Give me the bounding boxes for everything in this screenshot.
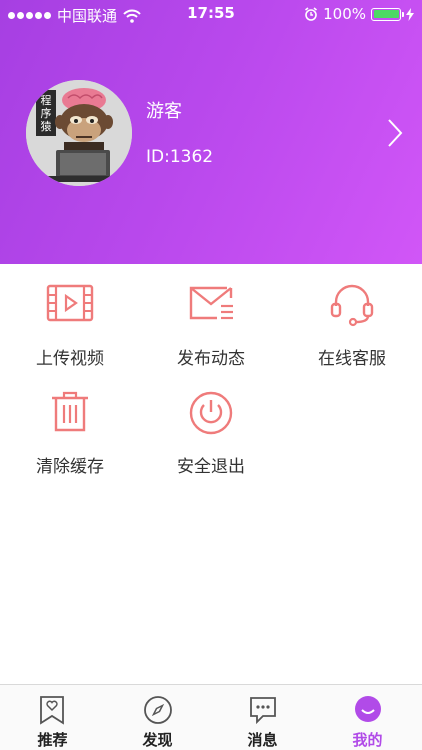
chevron-right-icon[interactable] [386, 118, 404, 148]
compass-icon [144, 696, 172, 724]
profile-smile-icon [355, 696, 381, 722]
heart-bookmark-icon [40, 696, 64, 725]
logout-label: 安全退出 [177, 457, 245, 477]
upload-video-label: 上传视频 [36, 349, 104, 369]
tab-bar: 推荐 发现 消息 我的 [0, 684, 422, 750]
headset-icon [330, 284, 374, 327]
tab-recommend-label: 推荐 [37, 731, 68, 749]
profile-header: 中国联通 17:55 100% 程 序 猿 游客 ID:1362 [0, 0, 422, 264]
avatar-caption-3: 猿 [41, 119, 52, 133]
avatar-caption-2: 序 [41, 106, 52, 120]
avatar-caption-1: 程 [41, 94, 52, 107]
tab-messages[interactable]: 消息 [210, 685, 315, 750]
tab-mine-label: 我的 [352, 731, 383, 749]
charging-icon [406, 7, 414, 21]
clear-cache-label: 清除缓存 [36, 457, 104, 477]
customer-service-button[interactable]: 在线客服 [282, 264, 422, 372]
tab-discover[interactable]: 发现 [105, 685, 210, 750]
status-bar: 中国联通 17:55 100% [0, 0, 422, 28]
trash-icon [52, 391, 88, 432]
tab-mine[interactable]: 我的 [315, 685, 420, 750]
user-id: ID:1362 [146, 147, 214, 167]
tab-messages-label: 消息 [247, 731, 278, 749]
chat-bubble-icon [250, 697, 276, 725]
power-icon [189, 391, 233, 435]
upload-video-button[interactable]: 上传视频 [0, 264, 140, 372]
battery-icon [371, 7, 404, 21]
status-right: 100% [304, 5, 414, 23]
video-upload-icon [46, 284, 94, 322]
clear-cache-button[interactable]: 清除缓存 [0, 372, 140, 480]
envelope-icon [189, 286, 233, 320]
alarm-icon [305, 7, 318, 21]
username: 游客 [146, 101, 182, 122]
post-update-label: 发布动态 [177, 349, 245, 369]
avatar[interactable]: 程 序 猿 [26, 80, 132, 186]
customer-service-label: 在线客服 [318, 349, 386, 369]
post-update-button[interactable]: 发布动态 [141, 264, 281, 372]
monkey-avatar-image: 程 序 猿 [26, 80, 132, 186]
logout-button[interactable]: 安全退出 [141, 372, 281, 480]
battery-percent: 100% [323, 5, 366, 23]
tab-recommend[interactable]: 推荐 [0, 685, 105, 750]
tab-discover-label: 发现 [142, 731, 173, 749]
